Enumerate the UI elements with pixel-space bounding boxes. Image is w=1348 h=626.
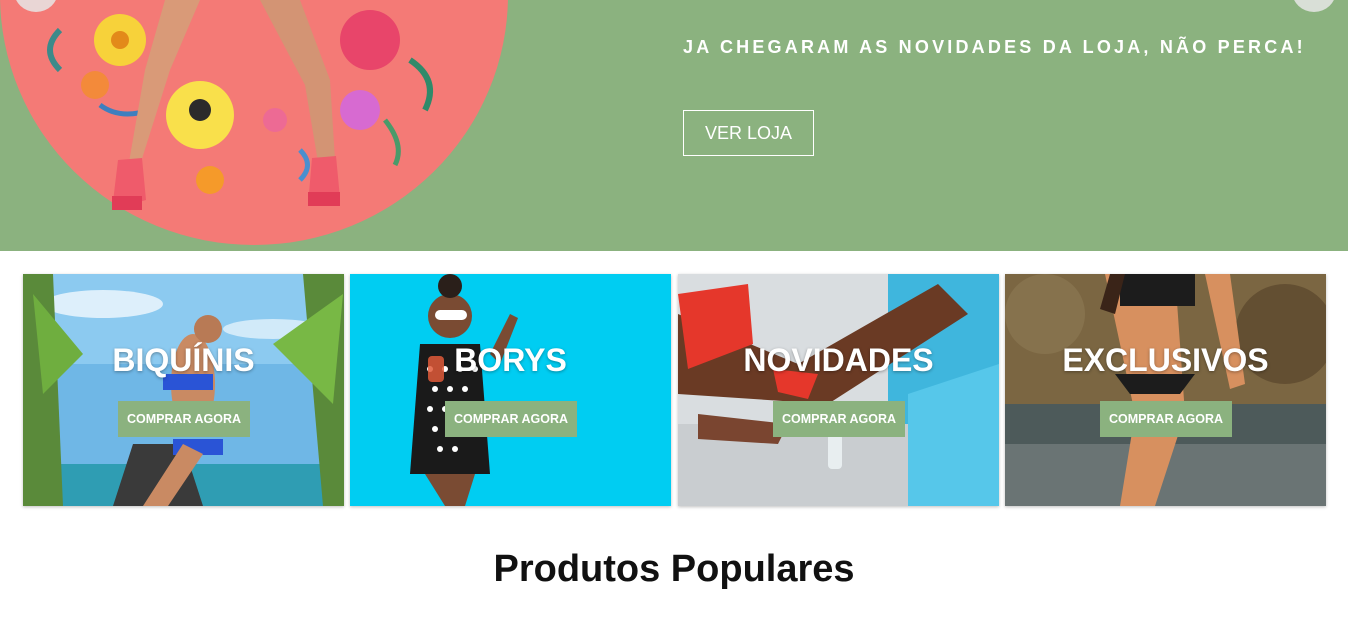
category-image-exclusivos — [1005, 274, 1326, 506]
category-card-biquinis[interactable]: BIQUÍNIS COMPRAR AGORA — [23, 274, 344, 506]
category-title: BIQUÍNIS — [112, 342, 255, 378]
category-image-borys — [350, 274, 671, 506]
flower-wreath-icon — [47, 10, 433, 194]
category-title: BORYS — [454, 342, 567, 378]
category-title: EXCLUSIVOS — [1062, 342, 1269, 378]
comprar-agora-button[interactable]: COMPRAR AGORA — [445, 401, 577, 437]
carousel-next-button[interactable] — [1292, 0, 1336, 12]
popular-products-heading: Produtos Populares — [493, 548, 855, 590]
ver-loja-button[interactable]: VER LOJA — [683, 110, 814, 156]
category-cards: BIQUÍNIS COMPRAR AGORA BORYS COMPRAR AGO… — [23, 274, 1327, 506]
category-title: NOVIDADES — [743, 342, 934, 378]
category-card-novidades[interactable]: NOVIDADES COMPRAR AGORA — [678, 274, 999, 506]
hero-banner: JA CHEGARAM AS NOVIDADES DA LOJA, NÃO PE… — [0, 0, 1348, 251]
hero-tagline: JA CHEGARAM AS NOVIDADES DA LOJA, NÃO PE… — [683, 37, 1306, 57]
category-image-novidades — [678, 274, 999, 506]
category-card-exclusivos[interactable]: EXCLUSIVOS COMPRAR AGORA — [1005, 274, 1326, 506]
comprar-agora-button[interactable]: COMPRAR AGORA — [773, 401, 905, 437]
category-image-biquinis — [23, 274, 344, 506]
category-card-borys[interactable]: BORYS COMPRAR AGORA — [350, 274, 671, 506]
comprar-agora-button[interactable]: COMPRAR AGORA — [1100, 401, 1232, 437]
comprar-agora-button[interactable]: COMPRAR AGORA — [118, 401, 250, 437]
hero-model-image — [47, 0, 433, 210]
